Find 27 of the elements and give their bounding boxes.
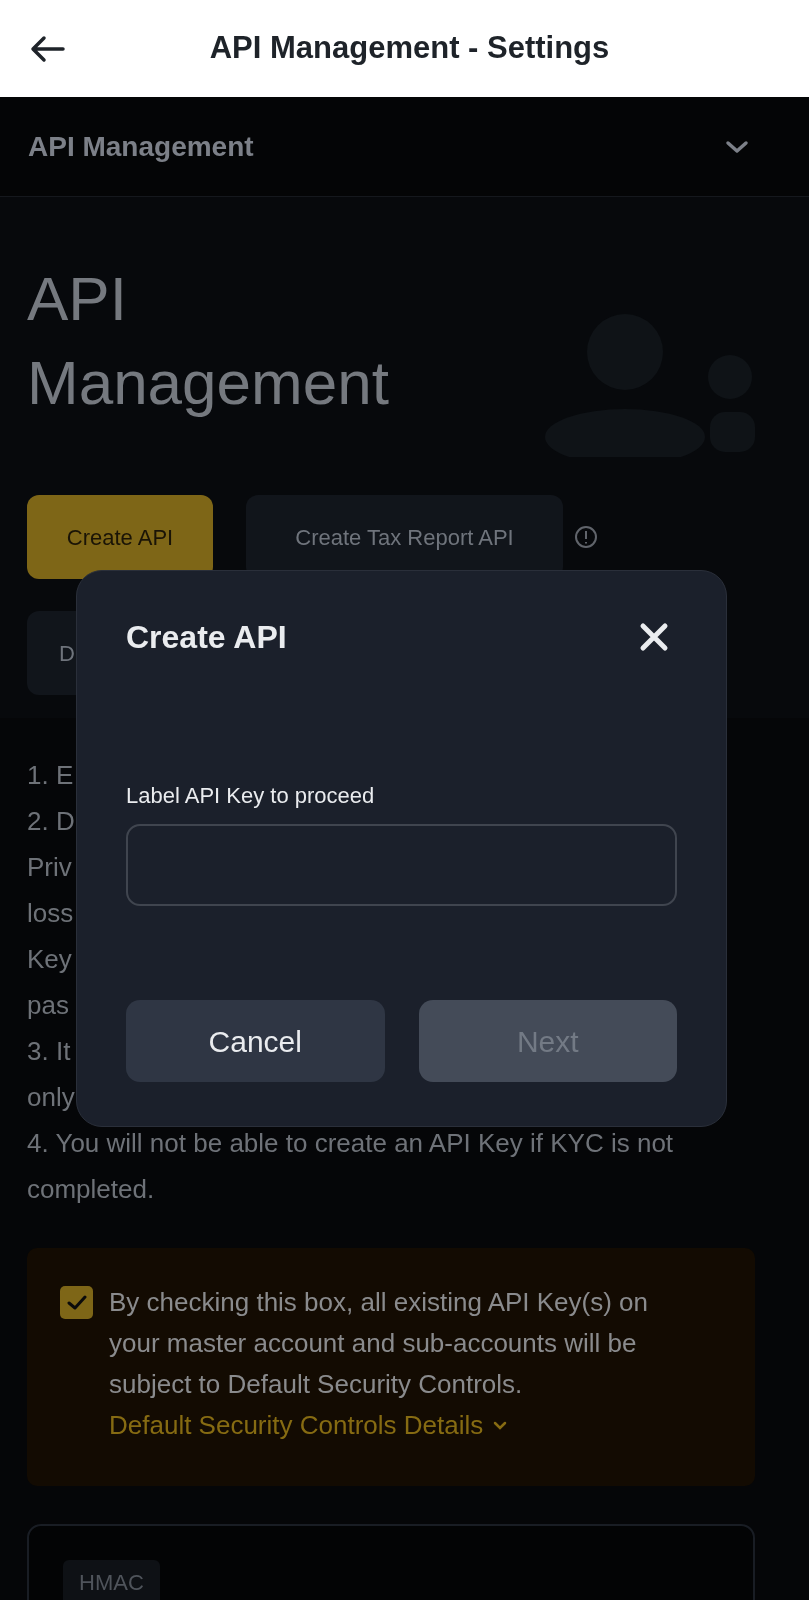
checkmark-icon xyxy=(66,1294,87,1311)
info-icon[interactable] xyxy=(574,525,598,549)
page-title: API Management - Settings xyxy=(208,29,610,68)
close-icon[interactable] xyxy=(639,622,669,652)
key-type-tag: HMAC xyxy=(63,1560,160,1600)
chevron-down-icon xyxy=(493,1421,508,1430)
section-title: API Management xyxy=(28,129,254,164)
instruction-text: only xyxy=(27,1081,75,1114)
instruction-text: loss xyxy=(27,897,74,930)
chevron-down-icon[interactable] xyxy=(725,139,749,154)
notice-text: By checking this box, all existing API Key(s) on your master account and sub-accounts will be subject to Default Security Controls. xyxy=(109,1286,650,1401)
dialog-title: Create API xyxy=(126,618,287,657)
api-key-label-field[interactable] xyxy=(126,824,677,906)
details-link[interactable]: Default Security Controls Details xyxy=(109,1405,508,1446)
instruction-text: 1. E xyxy=(27,759,74,792)
instruction-text: 2. D xyxy=(27,805,75,838)
back-arrow-icon[interactable] xyxy=(30,34,66,63)
instruction-text: Key xyxy=(27,943,72,976)
field-label: Label API Key to proceed xyxy=(126,782,376,810)
instruction-text: 4. You will not be able to create an API Key if KYC is not completed. xyxy=(27,1127,675,1206)
instruction-text: pas xyxy=(27,989,69,1022)
hero-title: API Management xyxy=(27,263,390,419)
instruction-text: Priv xyxy=(27,851,72,884)
create-api-button[interactable]: Create API xyxy=(27,495,213,579)
checkbox[interactable] xyxy=(60,1286,93,1319)
dialog-button[interactable]: Cancel xyxy=(126,1000,385,1082)
instruction-text: 3. It xyxy=(27,1035,71,1068)
